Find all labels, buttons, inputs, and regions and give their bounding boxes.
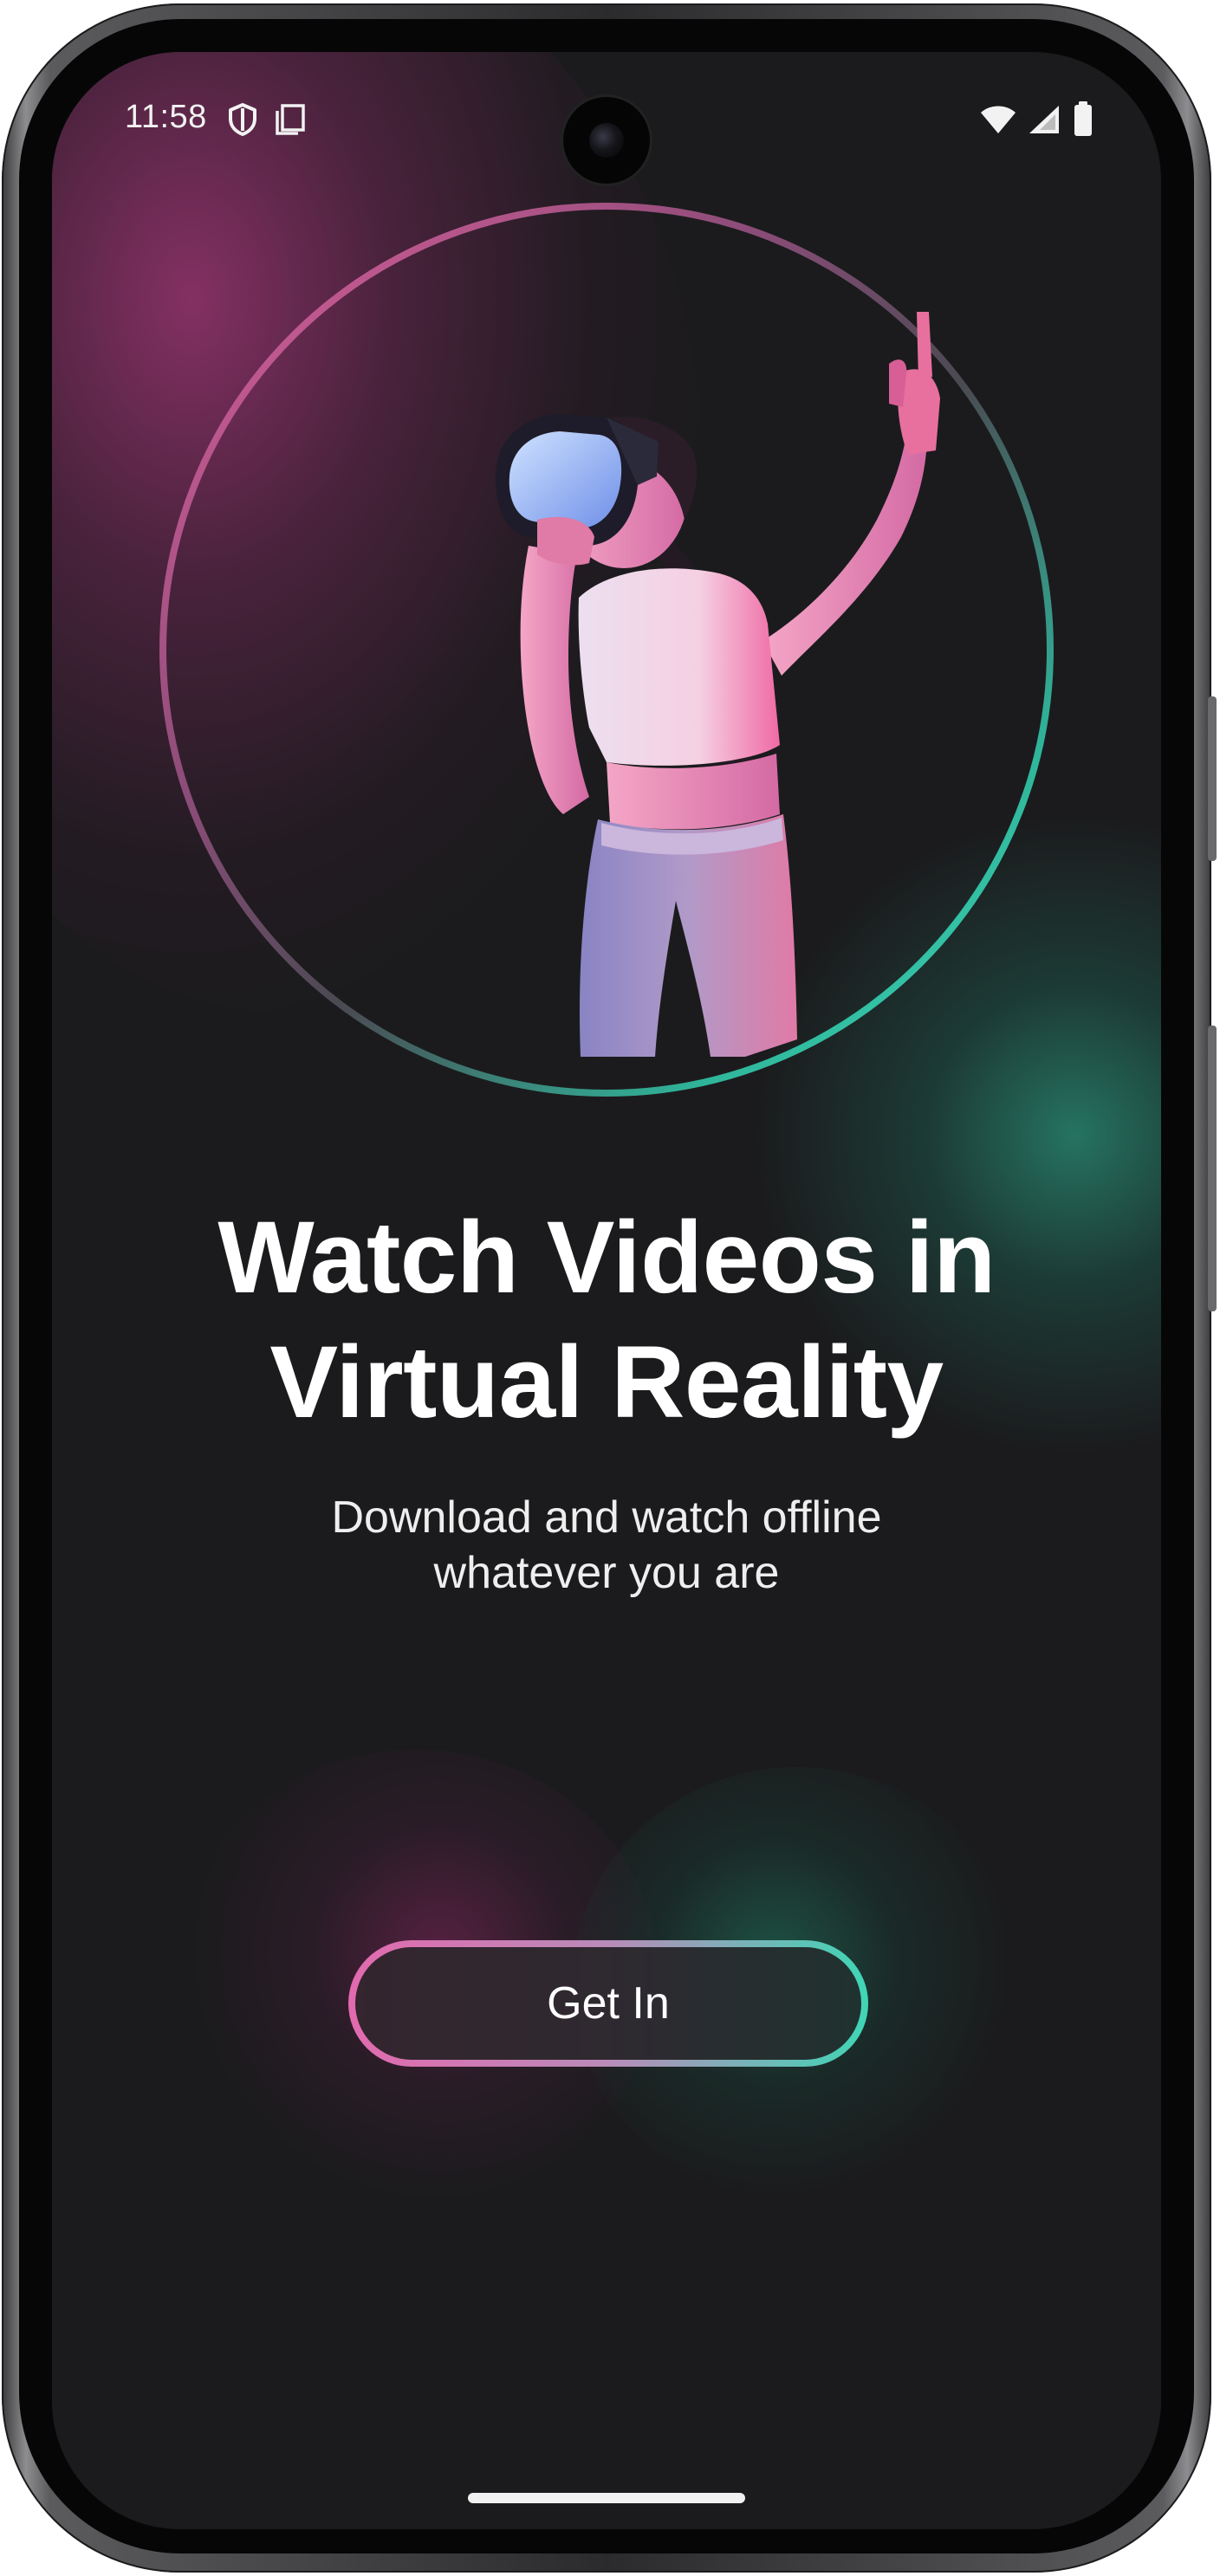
- status-time: 11:58: [125, 99, 207, 135]
- page-subtitle: Download and watch offline whatever you …: [52, 1490, 1161, 1601]
- get-in-button[interactable]: Get In: [348, 1940, 868, 2067]
- title-line-1: Watch Videos in: [217, 1201, 996, 1315]
- phone-frame: 11:58 Watch Videos in Virtual Reality Do…: [0, 0, 1220, 2576]
- vr-woman-figure: [496, 312, 940, 1057]
- subtitle-line-2: whatever you are: [433, 1548, 780, 1598]
- front-camera: [563, 97, 650, 184]
- home-indicator[interactable]: [468, 2493, 745, 2503]
- power-button: [1208, 696, 1217, 861]
- title-line-2: Virtual Reality: [269, 1325, 944, 1440]
- get-in-button-label: Get In: [355, 1947, 861, 2060]
- subtitle-line-1: Download and watch offline: [331, 1492, 882, 1543]
- app-screen: 11:58 Watch Videos in Virtual Reality Do…: [52, 52, 1161, 2529]
- cellular-signal-icon: [1029, 106, 1059, 133]
- screenshot-icon: [276, 104, 305, 135]
- volume-button: [1208, 1026, 1217, 1311]
- page-title: Watch Videos in Virtual Reality: [52, 1195, 1161, 1445]
- shield-icon: [229, 103, 256, 136]
- status-bar: 11:58: [52, 52, 1161, 184]
- battery-icon: [1074, 101, 1092, 136]
- camera-lens: [589, 123, 624, 158]
- hero-illustration: [159, 203, 1054, 1097]
- wifi-icon: [981, 106, 1016, 133]
